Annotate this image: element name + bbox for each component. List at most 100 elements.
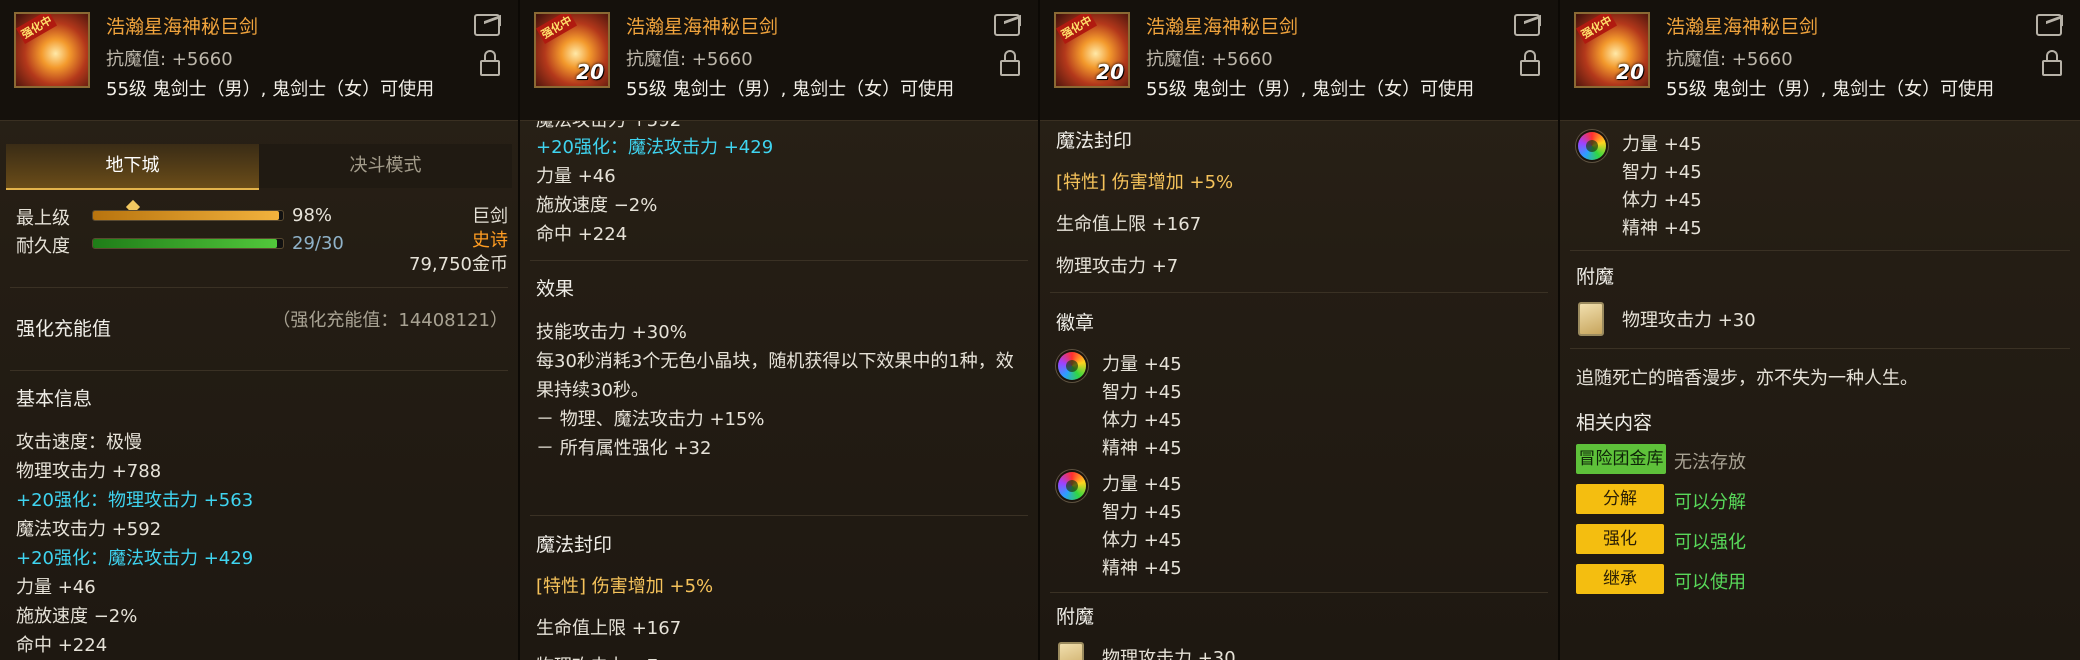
stat-line: 力量 +46 bbox=[16, 577, 96, 598]
disassemble-status: 可以分解 bbox=[1674, 492, 1746, 513]
enchant-stat: 物理攻击力 +30 bbox=[1102, 648, 1236, 660]
icon-level: 20 bbox=[1096, 60, 1124, 84]
requirement: 55级 鬼剑士（男）, 鬼剑士（女）可使用 bbox=[626, 79, 955, 100]
stat-line: 命中 +224 bbox=[536, 224, 628, 245]
seal-trait: [特性] 伤害增加 +5% bbox=[536, 576, 714, 597]
emblem-icon bbox=[1058, 352, 1086, 380]
lock-icon[interactable] bbox=[1520, 50, 1540, 76]
emblem-stat: 智力 +45 bbox=[1102, 382, 1182, 403]
enchant-card-icon bbox=[1058, 642, 1084, 660]
emblem-stat: 力量 +45 bbox=[1102, 474, 1182, 495]
disassemble-badge[interactable]: 分解 bbox=[1576, 484, 1664, 514]
item-header: 强化中 20 浩瀚星海神秘巨剑 抗魔值: +5660 55级 鬼剑士（男）, 鬼… bbox=[1040, 0, 1558, 121]
share-icon[interactable] bbox=[1514, 14, 1540, 36]
enchant-card-icon bbox=[1578, 302, 1604, 336]
item-header: 强化中 20 浩瀚星海神秘巨剑 抗魔值: +5660 55级 鬼剑士（男）, 鬼… bbox=[520, 0, 1038, 121]
tooltip-panel-1: 强化中 浩瀚星海神秘巨剑 抗魔值: +5660 55级 鬼剑士（男）, 鬼剑士（… bbox=[0, 0, 520, 660]
durability-value: 29/30 bbox=[292, 233, 344, 254]
requirement: 55级 鬼剑士（男）, 鬼剑士（女）可使用 bbox=[1146, 79, 1475, 100]
enchant-title: 附魔 bbox=[1576, 266, 1615, 288]
emblem-stat: 精神 +45 bbox=[1622, 218, 1702, 239]
lock-icon[interactable] bbox=[2042, 50, 2062, 76]
enhance-badge[interactable]: 强化 bbox=[1576, 524, 1664, 554]
stat-line: +20强化：魔法攻击力 +429 bbox=[16, 548, 254, 569]
emblem-stat: 智力 +45 bbox=[1622, 162, 1702, 183]
emblem-title: 徽章 bbox=[1056, 312, 1095, 334]
effect-line: － 所有属性强化 +32 bbox=[536, 438, 712, 459]
icon-tag: 强化中 bbox=[16, 14, 58, 45]
emblem-stat: 力量 +45 bbox=[1102, 354, 1182, 375]
enchant-stat: 物理攻击力 +30 bbox=[1622, 310, 1756, 331]
grade-value: 98% bbox=[292, 205, 333, 226]
grade-label: 最上级 bbox=[16, 208, 70, 229]
mode-tabs: 地下城 决斗模式 bbox=[6, 144, 512, 215]
effect-title: 效果 bbox=[536, 278, 575, 300]
stat-line: 物理攻击力 +788 bbox=[16, 461, 162, 482]
requirement: 55级 鬼剑士（男）, 鬼剑士（女）可使用 bbox=[1666, 79, 1995, 100]
divider bbox=[10, 287, 508, 288]
divider bbox=[1570, 250, 2070, 251]
emblem-stat: 力量 +45 bbox=[1622, 134, 1702, 155]
emblem-stat: 体力 +45 bbox=[1102, 410, 1182, 431]
lock-icon[interactable] bbox=[1000, 50, 1020, 76]
flavor-text: 追随死亡的暗香漫步，亦不失为一种人生。 bbox=[1576, 368, 1918, 389]
share-icon[interactable] bbox=[994, 14, 1020, 36]
icon-level: 20 bbox=[1616, 60, 1644, 84]
emblem-stat: 精神 +45 bbox=[1102, 438, 1182, 459]
item-name: 浩瀚星海神秘巨剑 bbox=[626, 16, 779, 38]
hp-line: 生命值上限 +167 bbox=[1056, 214, 1202, 235]
seal-title: 魔法封印 bbox=[536, 534, 613, 556]
tab-pvp[interactable]: 决斗模式 bbox=[259, 144, 512, 188]
charge-label: 强化充能值 bbox=[16, 318, 112, 340]
grade-bar bbox=[92, 210, 284, 221]
stat-line: 命中 +224 bbox=[16, 635, 108, 656]
inherit-status: 可以使用 bbox=[1674, 572, 1746, 593]
emblem-icon bbox=[1058, 472, 1086, 500]
emblem-stat: 精神 +45 bbox=[1102, 558, 1182, 579]
sword-icon: 强化中 20 bbox=[1054, 12, 1130, 88]
item-name: 浩瀚星海神秘巨剑 bbox=[1146, 16, 1299, 38]
stat-line: 物理攻击力 +7 bbox=[1056, 256, 1179, 277]
emblem-stat: 体力 +45 bbox=[1102, 530, 1182, 551]
tooltip-panel-4: 强化中 20 浩瀚星海神秘巨剑 抗魔值: +5660 55级 鬼剑士（男）, 鬼… bbox=[1560, 0, 2080, 660]
divider bbox=[10, 370, 508, 371]
rarity: 史诗 bbox=[472, 230, 508, 251]
item-name: 浩瀚星海神秘巨剑 bbox=[106, 16, 259, 38]
enchant-title: 附魔 bbox=[1056, 606, 1095, 628]
icon-tag: 强化中 bbox=[536, 14, 578, 45]
resist-value: 抗魔值: +5660 bbox=[1146, 49, 1273, 70]
sword-icon: 强化中 20 bbox=[534, 12, 610, 88]
resist-value: 抗魔值: +5660 bbox=[106, 49, 233, 70]
stat-line: +20强化：魔法攻击力 +429 bbox=[536, 137, 774, 158]
effect-line: 每30秒消耗3个无色小晶块，随机获得以下效果中的1种，效 bbox=[536, 351, 1014, 372]
stat-line: 施放速度 −2% bbox=[16, 606, 138, 627]
share-icon[interactable] bbox=[2036, 14, 2062, 36]
enhance-status: 可以强化 bbox=[1674, 532, 1746, 553]
emblem-stat: 智力 +45 bbox=[1102, 502, 1182, 523]
stat-line: 施放速度 −2% bbox=[536, 195, 658, 216]
requirement: 55级 鬼剑士（男）, 鬼剑士（女）可使用 bbox=[106, 79, 435, 100]
divider bbox=[1050, 592, 1548, 593]
icon-tag: 强化中 bbox=[1576, 14, 1618, 45]
item-name: 浩瀚星海神秘巨剑 bbox=[1666, 16, 1819, 38]
inherit-badge[interactable]: 继承 bbox=[1576, 564, 1664, 594]
sword-icon: 强化中 bbox=[14, 12, 90, 88]
durability-label: 耐久度 bbox=[16, 236, 70, 257]
weapon-type: 巨剑 bbox=[472, 206, 508, 227]
lock-icon[interactable] bbox=[480, 50, 500, 76]
tooltip-panel-3: 强化中 20 浩瀚星海神秘巨剑 抗魔值: +5660 55级 鬼剑士（男）, 鬼… bbox=[1040, 0, 1560, 660]
stat-line: 魔法攻击力 +592 bbox=[16, 519, 162, 540]
divider bbox=[530, 260, 1028, 261]
hp-line: 生命值上限 +167 bbox=[536, 618, 682, 639]
tab-dungeon[interactable]: 地下城 bbox=[6, 144, 259, 190]
stat-line: 力量 +46 bbox=[536, 166, 616, 187]
icon-level: 20 bbox=[576, 60, 604, 84]
tooltip-panel-2: 魔法攻击力 +592 +20强化：魔法攻击力 +429 力量 +46 施放速度 … bbox=[520, 0, 1040, 660]
price: 79,750金币 bbox=[409, 254, 508, 275]
share-icon[interactable] bbox=[474, 14, 500, 36]
basic-info-title: 基本信息 bbox=[16, 388, 93, 410]
divider bbox=[530, 515, 1028, 516]
item-header: 强化中 20 浩瀚星海神秘巨剑 抗魔值: +5660 55级 鬼剑士（男）, 鬼… bbox=[1560, 0, 2080, 121]
related-title: 相关内容 bbox=[1576, 412, 1653, 434]
vault-badge[interactable]: 冒险团金库 bbox=[1576, 444, 1666, 474]
